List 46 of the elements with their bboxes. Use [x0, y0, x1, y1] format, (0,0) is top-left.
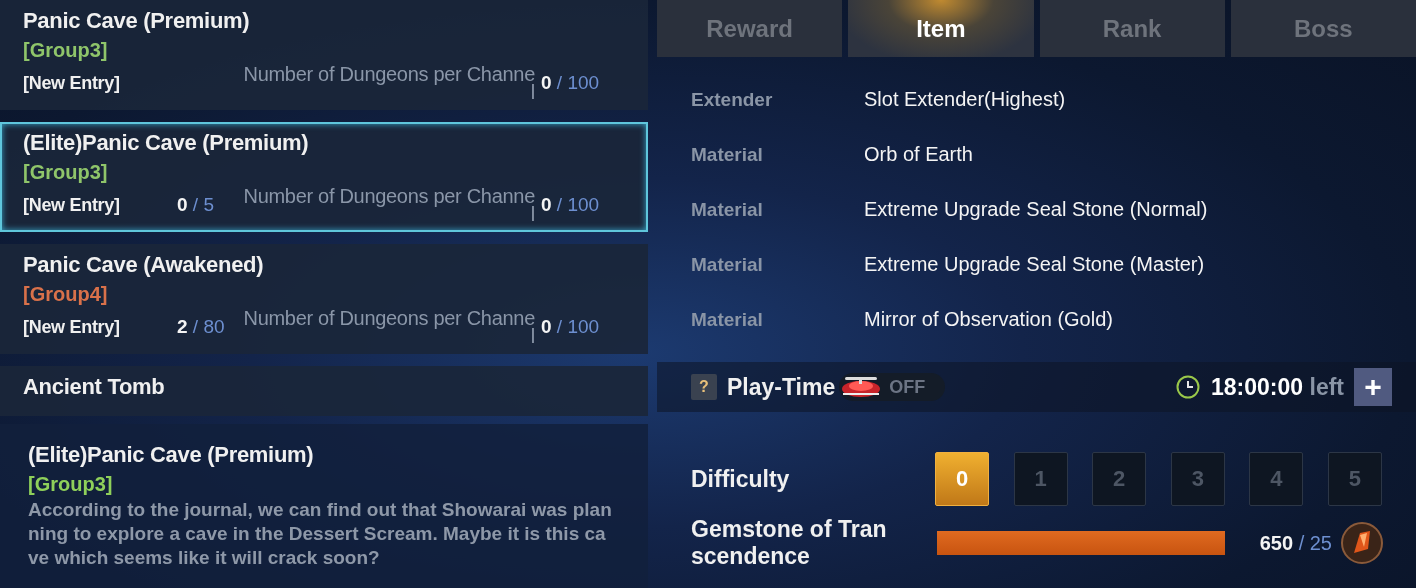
dungeon-title: Panic Cave (Awakened) — [23, 251, 265, 279]
quota-label: Number of Dungeons per Channel — [243, 309, 535, 345]
entry-label: [New Entry] — [23, 194, 121, 216]
item-type: Extender — [691, 88, 774, 111]
gemstone-label: Gemstone of Transcendence — [691, 516, 887, 570]
entry-count: 2 / 80 — [177, 316, 226, 338]
gemstone-icon — [1340, 521, 1384, 565]
item-name[interactable]: Extreme Upgrade Seal Stone (Normal) — [864, 198, 1208, 221]
item-name[interactable]: Orb of Earth — [864, 143, 973, 166]
dungeon-card[interactable]: Ancient Tomb — [0, 366, 648, 416]
group-label: [Group4] — [23, 282, 109, 307]
add-button[interactable]: + — [1354, 368, 1392, 406]
quota-count: 0 / 100 — [541, 316, 600, 338]
description-text: According to the journal, we can find out that Showarai was planning to explore a cave in the Dessert Scream. Maybe it is this cave which seems like it will crack soon? — [28, 498, 613, 570]
dungeon-card[interactable]: (Elite)Panic Cave (Premium) [Group3] [New Entry] 0 / 5 Number of Dungeons per Channel 0 / 100 — [0, 122, 648, 232]
item-name[interactable]: Slot Extender(Highest) — [864, 88, 1066, 111]
gemstone-count: 650 / 25 — [1259, 531, 1332, 555]
difficulty-label: Difficulty — [691, 465, 791, 493]
group-label: [Group3] — [23, 160, 109, 185]
quota-count: 0 / 100 — [541, 194, 600, 216]
item-name[interactable]: Mirror of Observation (Gold) — [864, 308, 1113, 331]
dungeon-title: Ancient Tomb — [23, 373, 166, 401]
item-type: Material — [691, 143, 764, 166]
toggle-switch[interactable]: OFF — [839, 373, 946, 401]
quota-label: Number of Dungeons per Channel — [243, 187, 535, 223]
quota-count: 0 / 100 — [541, 72, 600, 94]
dungeon-title: (Elite)Panic Cave (Premium) — [23, 129, 310, 157]
dungeon-title: Panic Cave (Premium) — [23, 7, 251, 35]
detail-title: (Elite)Panic Cave (Premium) — [28, 441, 315, 469]
quota-label: Number of Dungeons per Channel — [243, 65, 535, 101]
item-name[interactable]: Extreme Upgrade Seal Stone (Master) — [864, 253, 1205, 276]
play-time-label: Play-Time — [727, 373, 836, 401]
group-label: [Group3] — [28, 472, 114, 497]
help-button[interactable]: ? — [691, 374, 717, 400]
group-label: [Group3] — [23, 38, 109, 63]
item-type: Material — [691, 198, 764, 221]
dungeon-card[interactable]: Panic Cave (Premium) [Group3] [New Entry] Number of Dungeons per Channel 0 / 100 — [0, 0, 648, 110]
entry-label: [New Entry] — [23, 72, 121, 94]
time-left: 18:00:00 left — [1211, 373, 1344, 401]
entry-count: 0 / 5 — [177, 194, 215, 216]
tab[interactable]: Item — [848, 0, 1034, 57]
clock-icon — [1175, 374, 1202, 400]
item-type: Material — [691, 253, 764, 276]
item-type: Material — [691, 308, 764, 331]
entry-label: [New Entry] — [23, 316, 121, 338]
dungeon-card[interactable]: Panic Cave (Awakened) [Group4] [New Entry] 2 / 80 Number of Dungeons per Channel 0 / 100 — [0, 244, 648, 354]
